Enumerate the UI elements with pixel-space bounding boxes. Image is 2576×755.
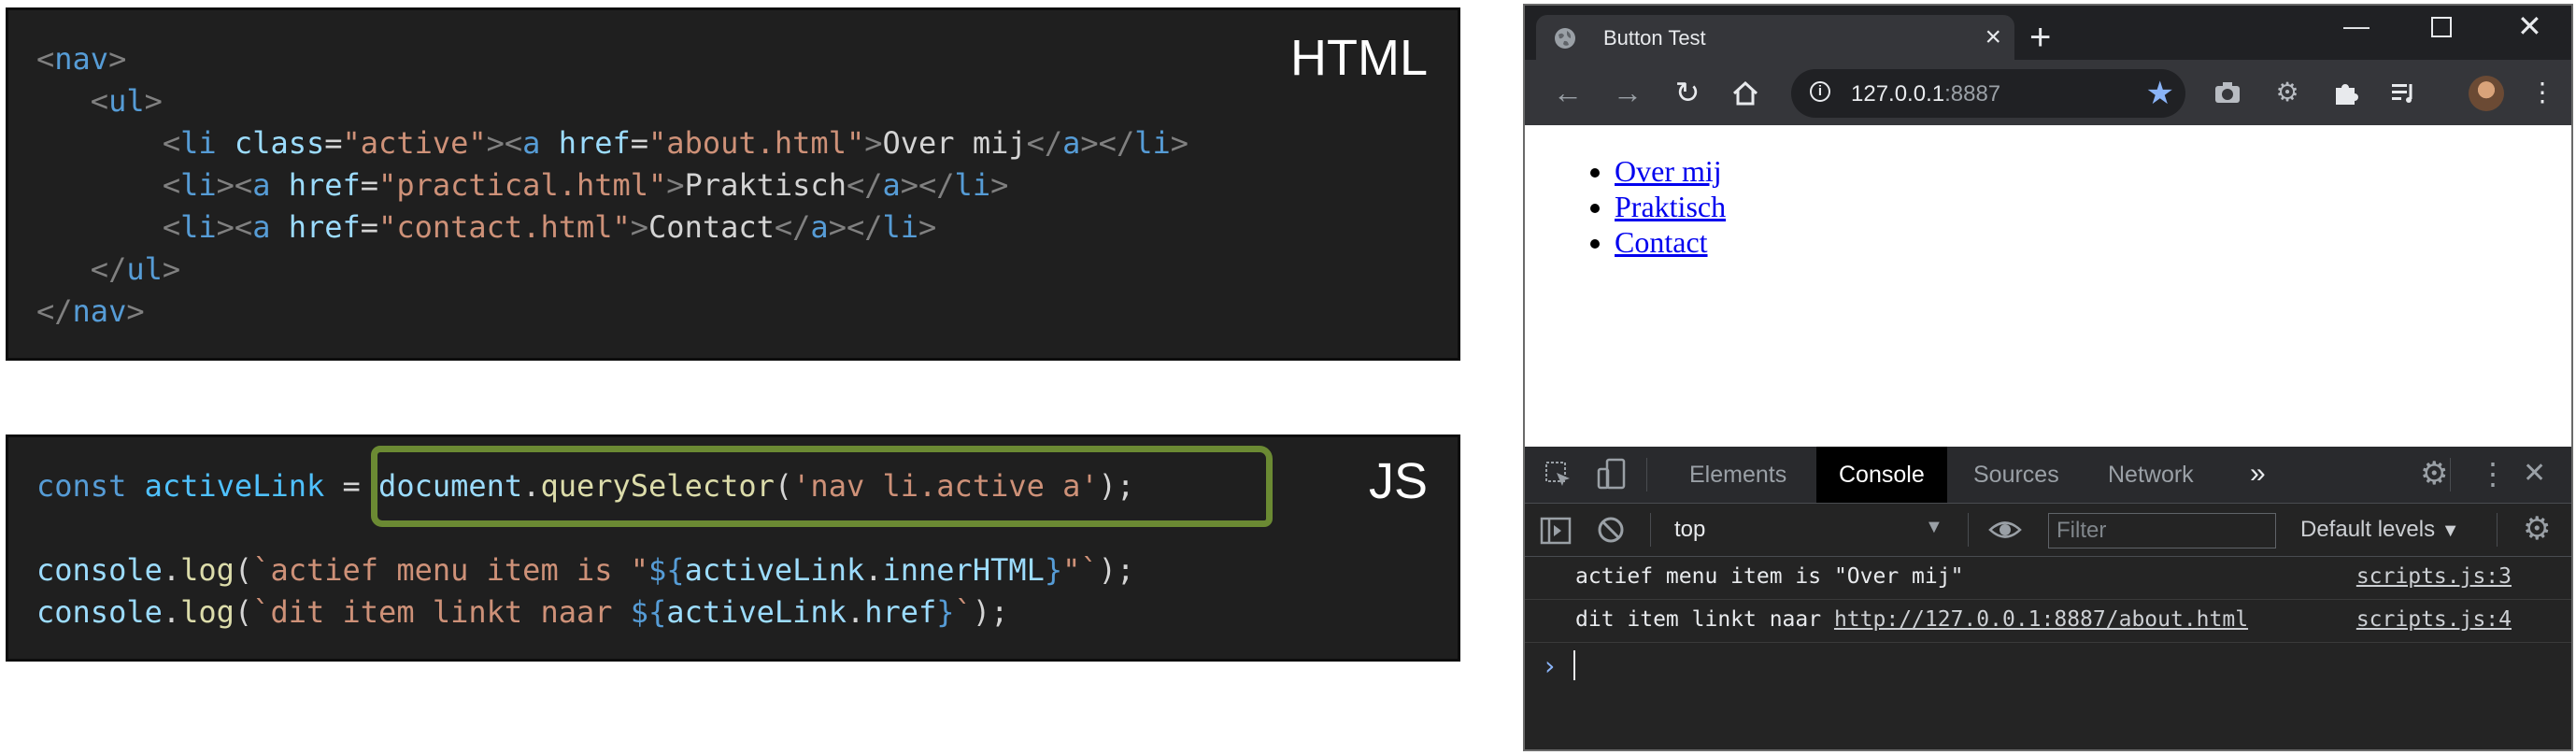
code-line: console.log(`actief menu item is "${acti… — [36, 552, 1135, 588]
home-icon[interactable] — [1729, 77, 1762, 110]
settings-gear-icon[interactable]: ⚙ — [2420, 458, 2448, 490]
divider — [2497, 513, 2498, 547]
address-bar[interactable]: i 127.0.0.1:8887 ★ — [1791, 69, 2185, 118]
profile-avatar[interactable] — [2469, 76, 2504, 111]
nav-link-over-mij[interactable]: Over mij — [1615, 154, 1722, 188]
maximize-icon[interactable] — [2431, 17, 2452, 37]
minimize-icon[interactable]: — — [2343, 13, 2370, 39]
more-tabs-chevron-icon[interactable]: » — [2250, 460, 2266, 488]
list-item: Praktisch — [1615, 189, 1726, 224]
browser-window: Button Test × + — ✕ ← → ↻ i 127.0.0.1:88… — [1523, 4, 2573, 751]
divider — [1968, 513, 1969, 547]
url-text: 127.0.0.1:8887 — [1851, 81, 2000, 107]
log-message: dit item linkt naar http://127.0.0.1:888… — [1575, 607, 2248, 632]
log-url-link[interactable]: http://127.0.0.1:8887/about.html — [1834, 607, 2248, 632]
back-icon[interactable]: ← — [1551, 77, 1585, 110]
bookmark-star-icon[interactable]: ★ — [2146, 75, 2174, 112]
tab-elements[interactable]: Elements — [1667, 447, 1809, 503]
console-toolbar: top ▼ Filter Default levels ▼ ⚙ — [1525, 504, 2571, 557]
log-message-text: dit item linkt naar — [1575, 607, 1834, 632]
chevron-down-icon[interactable]: ▼ — [1925, 517, 1943, 538]
code-line: <ul> — [90, 83, 163, 119]
url-host: 127.0.0.1 — [1851, 81, 1945, 107]
log-source-link[interactable]: scripts.js:3 — [2356, 564, 2512, 589]
filter-input[interactable]: Filter — [2048, 513, 2276, 548]
js-code-panel: JS const activeLink = document.querySele… — [6, 434, 1460, 662]
site-info-icon[interactable]: i — [1810, 81, 1830, 102]
console-input[interactable] — [1573, 650, 1575, 680]
page-viewport: Over mij Praktisch Contact — [1525, 125, 2571, 447]
devtools-menu-kebab-icon[interactable]: ⋮ — [2478, 459, 2508, 489]
globe-icon — [1555, 28, 1575, 49]
code-line: </ul> — [90, 251, 181, 287]
chevron-down-icon: ▼ — [2441, 520, 2460, 541]
url-port: :8887 — [1944, 81, 2001, 107]
eye-icon[interactable] — [1988, 516, 2022, 544]
list-item: Contact — [1615, 224, 1726, 260]
html-code-panel: HTML <nav> <ul> <li class="active"><a hr… — [6, 7, 1460, 361]
log-levels-dropdown[interactable]: Default levels ▼ — [2300, 517, 2460, 543]
camera-icon[interactable] — [2212, 77, 2243, 108]
tab-network[interactable]: Network — [2085, 447, 2216, 503]
nav-link-contact[interactable]: Contact — [1615, 225, 1708, 259]
reload-icon[interactable]: ↻ — [1671, 77, 1704, 110]
forward-icon[interactable]: → — [1611, 77, 1644, 110]
media-queue-icon[interactable] — [2388, 77, 2420, 108]
tab-sources[interactable]: Sources — [1951, 447, 2082, 503]
nav-list: Over mij Praktisch Contact — [1581, 153, 1726, 260]
devtools-panel: Elements Console Sources Network » ⚙ ⋮ ✕… — [1525, 447, 2571, 749]
tab-close-icon[interactable]: × — [1985, 22, 2001, 52]
code-line: <nav> — [36, 41, 127, 77]
nav-link-praktisch[interactable]: Praktisch — [1615, 190, 1726, 223]
js-panel-label: JS — [1368, 453, 1428, 509]
log-source-link[interactable]: scripts.js:4 — [2356, 607, 2512, 632]
inspect-element-icon[interactable] — [1544, 460, 1573, 490]
tab-title: Button Test — [1603, 26, 1706, 50]
new-tab-button[interactable]: + — [2029, 19, 2051, 56]
console-prompt-icon: › — [1542, 650, 1558, 681]
code-line: <li class="active"><a href="about.html">… — [162, 125, 1188, 161]
console-settings-gear-icon[interactable]: ⚙ — [2523, 513, 2551, 545]
clear-console-icon[interactable] — [1596, 515, 1626, 545]
code-line: </nav> — [36, 293, 145, 329]
code-line: const activeLink = document.querySelecto… — [36, 468, 1135, 504]
close-window-icon[interactable]: ✕ — [2517, 11, 2542, 41]
log-levels-label: Default levels — [2300, 517, 2436, 542]
log-message: actief menu item is "Over mij" — [1575, 564, 1964, 589]
list-item: Over mij — [1615, 153, 1726, 189]
devtools-tab-bar: Elements Console Sources Network » ⚙ ⋮ ✕ — [1525, 447, 2571, 504]
settings-extension-icon[interactable]: ⚙ — [2271, 77, 2303, 108]
context-select[interactable]: top — [1674, 517, 1705, 543]
console-log-row: actief menu item is "Over mij" scripts.j… — [1525, 557, 2571, 600]
sidebar-toggle-icon[interactable] — [1540, 517, 1572, 545]
code-line: <li><a href="practical.html">Praktisch</… — [162, 167, 1009, 203]
browser-tab[interactable]: Button Test × — [1536, 15, 2014, 60]
browser-toolbar: ← → ↻ i 127.0.0.1:8887 ★ ⚙ ⋮ — [1525, 60, 2571, 125]
html-code-block: <nav> <ul> <li class="active"><a href="a… — [36, 38, 1188, 333]
close-devtools-icon[interactable]: ✕ — [2523, 460, 2546, 488]
tab-strip: Button Test × + — ✕ — [1525, 6, 2571, 60]
console-log-row: dit item linkt naar http://127.0.0.1:888… — [1525, 600, 2571, 643]
html-panel-label: HTML — [1290, 30, 1428, 86]
tab-console[interactable]: Console — [1816, 447, 1947, 503]
js-code-block: const activeLink = document.querySelecto… — [36, 465, 1134, 634]
device-toolbar-icon[interactable] — [1596, 458, 1628, 491]
divider — [2450, 458, 2451, 491]
extensions-puzzle-icon[interactable] — [2330, 77, 2362, 108]
code-line: console.log(`dit item linkt naar ${activ… — [36, 594, 1009, 630]
divider — [1646, 458, 1647, 491]
code-line: <li><a href="contact.html">Contact</a></… — [162, 209, 937, 245]
menu-kebab-icon[interactable]: ⋮ — [2526, 77, 2558, 108]
divider — [1650, 513, 1651, 547]
